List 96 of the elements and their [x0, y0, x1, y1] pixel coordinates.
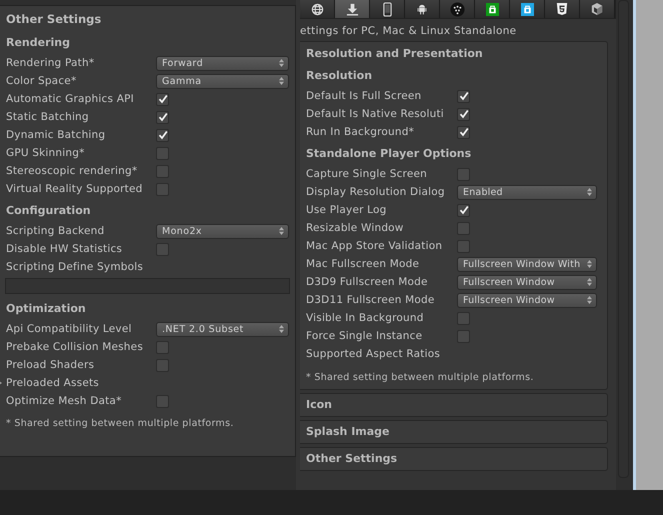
- globe-icon: [310, 2, 324, 16]
- setting-label: Mac Fullscreen Mode: [306, 258, 420, 270]
- setting-label: D3D11 Fullscreen Mode: [306, 294, 436, 306]
- platform-tab[interactable]: [580, 0, 615, 18]
- platform-tab[interactable]: [405, 0, 440, 18]
- setting-label: Disable HW Statistics: [6, 243, 124, 255]
- setting-label: Mac App Store Validation: [306, 240, 444, 252]
- dropdown[interactable]: Gamma: [156, 74, 289, 88]
- setting-label: Preload Shaders: [6, 359, 96, 371]
- shield-icon: [556, 2, 568, 16]
- dropdown[interactable]: Forward: [156, 56, 289, 70]
- checkbox[interactable]: [457, 126, 470, 138]
- setting-label: Scripting Backend: [6, 225, 106, 237]
- phone-icon: [382, 2, 392, 16]
- dropdown-arrows-icon: [279, 59, 284, 67]
- setting-label: Api Compatibility Level: [6, 323, 133, 335]
- setting-label: Default Is Full Screen: [306, 90, 422, 102]
- dropdown[interactable]: Fullscreen Window With: [457, 256, 597, 272]
- checkbox[interactable]: [457, 108, 470, 120]
- setting-label: Default Is Native Resoluti: [306, 108, 445, 120]
- dropdown-arrows-icon: [587, 278, 592, 286]
- download-icon: [346, 2, 358, 16]
- dropdown-arrows-icon: [279, 77, 284, 85]
- platform-tab[interactable]: [475, 0, 510, 18]
- cube-icon: [591, 2, 603, 16]
- setting-label: Rendering Path*: [6, 57, 96, 69]
- setting-label: Run In Background*: [306, 126, 416, 138]
- platform-title: ettings for PC, Mac & Linux Standalone: [300, 24, 518, 39]
- collapsed-section-header[interactable]: Icon: [300, 393, 608, 417]
- setting-label: Force Single Instance: [306, 330, 424, 342]
- section-heading: Standalone Player Options: [306, 146, 472, 162]
- setting-label: Scripting Define Symbols: [6, 261, 144, 273]
- section-heading: Configuration: [6, 203, 92, 219]
- setting-label: Capture Single Screen: [306, 168, 428, 180]
- setting-label: Color Space*: [6, 75, 78, 87]
- setting-label: Dynamic Batching: [6, 129, 106, 141]
- dropdown[interactable]: Fullscreen Window: [457, 292, 597, 308]
- checkbox[interactable]: [457, 330, 470, 342]
- section-heading: Rendering: [6, 35, 71, 51]
- checkbox[interactable]: [156, 128, 169, 142]
- setting-label: Static Batching: [6, 111, 90, 123]
- setting-label: Resizable Window: [306, 222, 405, 234]
- checkbox[interactable]: [457, 240, 470, 252]
- section-heading: Optimization: [6, 301, 87, 317]
- setting-label: Supported Aspect Ratios: [306, 348, 442, 360]
- checkbox[interactable]: [156, 164, 169, 178]
- checkbox[interactable]: [457, 204, 470, 216]
- collapsed-section-header[interactable]: Other Settings: [300, 447, 608, 471]
- setting-label: Visible In Background: [306, 312, 425, 324]
- dropdown-arrows-icon: [279, 325, 284, 333]
- platform-tab[interactable]: [440, 0, 475, 18]
- checkbox[interactable]: [156, 182, 169, 196]
- robot-icon: [417, 3, 427, 15]
- footnote: * Shared setting between multiple platforms.: [306, 372, 535, 383]
- setting-label: Virtual Reality Supported: [6, 183, 144, 195]
- dropdown-arrows-icon: [587, 188, 592, 196]
- section-title[interactable]: Resolution and Presentation: [306, 45, 601, 63]
- setting-label: Use Player Log: [306, 204, 388, 216]
- setting-label: Automatic Graphics API: [6, 93, 135, 105]
- dots-circle-icon: [450, 2, 464, 16]
- setting-label: Stereoscopic rendering*: [6, 165, 138, 177]
- dropdown-arrows-icon: [587, 296, 592, 304]
- section-heading: Resolution: [306, 68, 374, 84]
- platform-tab[interactable]: [510, 0, 545, 18]
- checkbox[interactable]: [457, 222, 470, 234]
- setting-label: Preloaded Assets: [6, 377, 100, 389]
- platform-tab[interactable]: [370, 0, 405, 18]
- checkbox[interactable]: [457, 90, 470, 102]
- shopping-bag-icon: [486, 2, 498, 16]
- checkbox[interactable]: [156, 340, 169, 354]
- dropdown[interactable]: Fullscreen Window: [457, 274, 597, 290]
- setting-label: GPU Skinning*: [6, 147, 86, 159]
- checkbox[interactable]: [457, 312, 470, 324]
- dropdown[interactable]: Enabled: [457, 184, 597, 200]
- platform-tab[interactable]: [545, 0, 580, 18]
- platform-tab[interactable]: [300, 0, 335, 18]
- setting-label: Optimize Mesh Data*: [6, 395, 123, 407]
- dropdown-arrows-icon: [587, 260, 592, 268]
- dropdown[interactable]: Mono2x: [156, 224, 289, 238]
- footnote: * Shared setting between multiple platforms.: [6, 418, 235, 429]
- shopping-bag-icon: [520, 2, 534, 16]
- dropdown-arrows-icon: [279, 227, 284, 235]
- checkbox[interactable]: [457, 168, 470, 180]
- dropdown[interactable]: .NET 2.0 Subset: [156, 322, 289, 336]
- checkbox[interactable]: [156, 394, 169, 408]
- platform-tab[interactable]: [335, 0, 370, 18]
- setting-label: Prebake Collision Meshes: [6, 341, 144, 353]
- checkbox[interactable]: [156, 242, 169, 256]
- checkbox[interactable]: [156, 146, 169, 160]
- checkbox[interactable]: [156, 358, 169, 372]
- checkbox[interactable]: [156, 110, 169, 124]
- panel-title: Other Settings: [6, 12, 102, 28]
- setting-label: Display Resolution Dialog: [306, 186, 446, 198]
- collapsed-section-header[interactable]: Splash Image: [300, 420, 608, 444]
- setting-label: D3D9 Fullscreen Mode: [306, 276, 429, 288]
- checkbox[interactable]: [156, 92, 169, 106]
